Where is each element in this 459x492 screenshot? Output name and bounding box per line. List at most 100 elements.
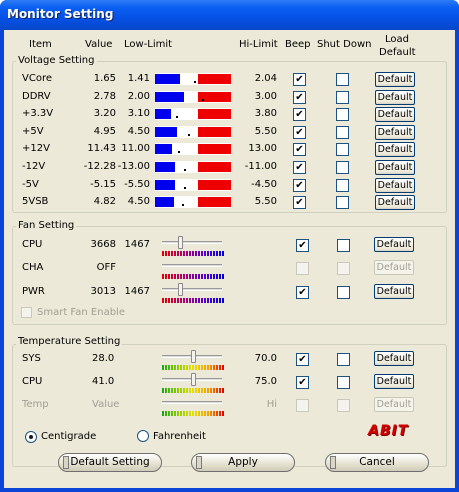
load-default-button[interactable]: Default: [374, 351, 414, 366]
beep-checkbox[interactable]: ✔: [293, 90, 306, 104]
shutdown-checkbox[interactable]: [337, 286, 350, 299]
load-default-button[interactable]: Default: [375, 107, 415, 123]
beep-checkbox[interactable]: [296, 399, 309, 412]
shutdown-checkbox[interactable]: [336, 73, 349, 86]
centigrade-radio[interactable]: [25, 431, 37, 443]
shutdown-checkbox[interactable]: [337, 399, 350, 412]
beep-checkbox[interactable]: ✔: [293, 178, 306, 192]
slider-thumb[interactable]: [191, 350, 196, 363]
voltage-low-limit: -5.50: [124, 178, 150, 190]
voltage-value: -5.15: [90, 178, 116, 190]
pill-cap-left: [63, 456, 69, 469]
col-beep: Beep: [285, 39, 311, 50]
load-default-button[interactable]: Default: [374, 284, 414, 299]
voltage-low-limit: 3.10: [127, 108, 150, 120]
temp-limit-slider[interactable]: [160, 373, 226, 395]
slider-thumb[interactable]: [178, 283, 183, 296]
load-default-button[interactable]: Default: [374, 374, 414, 389]
beep-checkbox[interactable]: ✔: [293, 108, 306, 122]
fan-speed-scale: [162, 298, 224, 303]
voltage-value: 4.95: [93, 125, 116, 137]
voltage-item-name: -5V: [22, 178, 39, 190]
temp-limit-slider[interactable]: [160, 396, 226, 418]
shutdown-checkbox[interactable]: [336, 161, 349, 174]
smart-fan-checkbox[interactable]: [21, 307, 32, 318]
voltage-bar-high-zone: [198, 162, 231, 172]
voltage-bar: [155, 143, 231, 156]
shutdown-checkbox[interactable]: [336, 178, 349, 192]
beep-checkbox[interactable]: ✔: [296, 239, 309, 252]
fan-limit-slider[interactable]: [160, 259, 226, 281]
voltage-item-name: +5V: [22, 125, 44, 137]
default-setting-button[interactable]: Default Setting: [58, 453, 162, 472]
shutdown-checkbox[interactable]: [337, 376, 350, 389]
load-default-button[interactable]: Default: [374, 237, 414, 252]
apply-button[interactable]: Apply: [191, 453, 295, 472]
voltage-bar-low-zone: [155, 179, 175, 190]
temp-hi-limit: Hi: [266, 399, 277, 410]
shutdown-checkbox[interactable]: [336, 143, 349, 157]
load-default-button[interactable]: Default: [374, 260, 414, 275]
col-hi-limit: Hi-Limit: [239, 39, 278, 50]
voltage-hi-limit: -4.50: [251, 178, 277, 190]
voltage-hi-limit: 2.04: [254, 73, 277, 84]
pill-cap-left: [196, 456, 202, 469]
beep-checkbox[interactable]: ✔: [296, 376, 309, 389]
beep-checkbox[interactable]: ✔: [293, 161, 306, 174]
beep-checkbox[interactable]: ✔: [293, 196, 306, 210]
title-bar[interactable]: Monitor Setting: [0, 0, 459, 30]
shutdown-checkbox[interactable]: [336, 125, 349, 139]
temp-item-name: SYS: [22, 353, 41, 364]
fahrenheit-radio[interactable]: [137, 430, 149, 442]
shutdown-checkbox[interactable]: [337, 353, 350, 366]
shutdown-checkbox[interactable]: [336, 90, 349, 104]
voltage-bar-marker: [182, 204, 184, 207]
temp-value: 28.0: [92, 353, 115, 364]
fahrenheit-label: Fahrenheit: [153, 431, 206, 442]
shutdown-checkbox[interactable]: [336, 196, 349, 210]
fan-limit-slider[interactable]: [160, 283, 226, 305]
shutdown-checkbox[interactable]: [337, 239, 350, 252]
load-default-button[interactable]: Default: [375, 72, 415, 87]
beep-checkbox[interactable]: ✔: [293, 143, 306, 157]
fan-item-name: CPU: [22, 239, 43, 250]
load-default-button[interactable]: Default: [375, 160, 415, 175]
voltage-bar-high-zone: [198, 126, 231, 137]
cancel-button[interactable]: Cancel: [325, 453, 429, 472]
beep-checkbox[interactable]: ✔: [293, 73, 306, 86]
voltage-bar-low-zone: [155, 126, 177, 137]
temp-limit-slider[interactable]: [160, 350, 226, 372]
load-default-button[interactable]: Default: [375, 195, 415, 211]
beep-checkbox[interactable]: ✔: [293, 125, 306, 139]
voltage-value: 1.65: [93, 73, 116, 84]
voltage-bar-high-zone: [198, 144, 231, 155]
load-default-button[interactable]: Default: [374, 397, 414, 412]
fan-limit-slider[interactable]: [160, 236, 226, 258]
col-low-limit: Low-Limit: [124, 39, 173, 50]
slider-thumb[interactable]: [191, 373, 196, 386]
apply-label: Apply: [228, 456, 258, 468]
voltage-bar-high-zone: [198, 109, 231, 120]
load-default-button[interactable]: Default: [375, 177, 415, 193]
smart-fan-label: Smart Fan Enable: [37, 307, 125, 318]
voltage-bar-high-zone: [198, 197, 231, 208]
beep-checkbox[interactable]: [296, 262, 309, 275]
voltage-hi-limit: 13.00: [248, 143, 277, 155]
voltage-bar-high-zone: [198, 74, 231, 84]
beep-checkbox[interactable]: ✔: [296, 286, 309, 299]
voltage-bar-low-zone: [155, 74, 180, 84]
fan-low-limit: 1467: [124, 286, 150, 297]
load-default-button[interactable]: Default: [375, 89, 415, 105]
voltage-bar: [155, 178, 231, 191]
load-default-button[interactable]: Default: [375, 124, 415, 140]
voltage-low-limit: 1.41: [127, 73, 150, 84]
slider-thumb[interactable]: [178, 236, 183, 249]
beep-checkbox[interactable]: ✔: [296, 353, 309, 366]
fan-value: 3013: [90, 286, 116, 297]
voltage-bar-marker: [188, 133, 190, 136]
temperature-group-title: Temperature Setting: [16, 336, 123, 347]
fan-speed-scale: [162, 274, 224, 279]
shutdown-checkbox[interactable]: [336, 108, 349, 122]
load-default-button[interactable]: Default: [375, 142, 415, 158]
shutdown-checkbox[interactable]: [337, 262, 350, 275]
